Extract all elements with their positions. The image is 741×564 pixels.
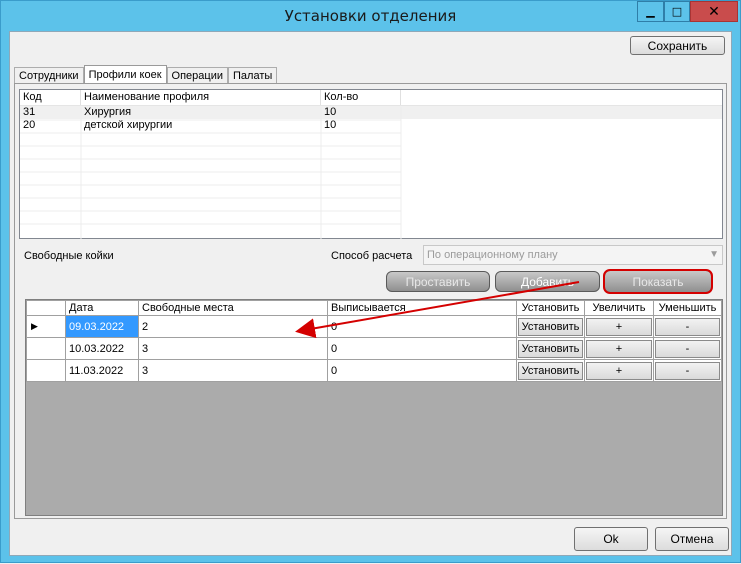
item-code: 20 xyxy=(23,119,36,131)
item-count: 10 xyxy=(324,106,337,118)
row-decrease-button[interactable]: - xyxy=(655,361,720,380)
column-profile-name[interactable]: Наименование профиля xyxy=(81,90,321,105)
minimize-icon: ▁ xyxy=(646,5,655,18)
tab-employees[interactable]: Сотрудники xyxy=(14,67,84,84)
maximize-icon: □ xyxy=(671,5,683,18)
title-bar[interactable]: Установки отделения ▁ □ ✕ xyxy=(1,1,740,31)
free-beds-table: Дата Свободные места Выписывается Устано… xyxy=(26,300,722,382)
tab-wards[interactable]: Палаты xyxy=(228,67,278,84)
tab-operations[interactable]: Операции xyxy=(166,67,229,84)
maximize-button[interactable]: □ xyxy=(664,1,690,22)
minimize-button[interactable]: ▁ xyxy=(637,1,664,22)
add-button[interactable]: Добавить xyxy=(495,271,600,292)
column-decrease[interactable]: Уменьшить xyxy=(653,300,722,316)
cell-discharged[interactable]: 0 xyxy=(327,337,517,360)
table-row[interactable]: ▶ 09.03.2022 2 0 Установить + - xyxy=(26,315,722,338)
table-row[interactable]: 11.03.2022 3 0 Установить + - xyxy=(26,359,722,382)
chevron-down-icon: ▼ xyxy=(709,249,719,260)
row-set-button[interactable]: Установить xyxy=(518,317,583,336)
ok-button[interactable]: Ok xyxy=(574,527,648,551)
list-item[interactable]: 31 Хирургия 10 xyxy=(20,106,722,119)
row-increase-button[interactable]: + xyxy=(586,317,652,336)
current-row-indicator-icon: ▶ xyxy=(26,315,66,338)
cell-discharged[interactable]: 0 xyxy=(327,315,517,338)
row-decrease-button[interactable]: - xyxy=(655,317,720,336)
free-beds-grid[interactable]: Дата Свободные места Выписывается Устано… xyxy=(25,299,723,516)
cell-discharged[interactable]: 0 xyxy=(327,359,517,382)
row-decrease-button[interactable]: - xyxy=(655,339,720,358)
tab-panel-bed-profiles: Код Наименование профиля Кол-во 31 Хирур… xyxy=(14,83,727,519)
cell-free-places[interactable]: 2 xyxy=(138,315,328,338)
row-header-corner xyxy=(26,300,66,316)
window-title: Установки отделения xyxy=(284,7,457,25)
row-increase-button[interactable]: + xyxy=(586,339,652,358)
item-code: 31 xyxy=(23,106,36,118)
column-increase[interactable]: Увеличить xyxy=(584,300,654,316)
profiles-list-header: Код Наименование профиля Кол-во xyxy=(20,90,722,106)
cell-free-places[interactable]: 3 xyxy=(138,337,328,360)
dialog-client: Сохранить Сотрудники Профили коек Операц… xyxy=(9,31,732,556)
app-window: Установки отделения ▁ □ ✕ Сохранить Сотр… xyxy=(0,0,741,563)
row-set-button[interactable]: Установить xyxy=(518,361,583,380)
list-item[interactable]: 20 детской хирургии 10 xyxy=(20,119,722,132)
column-count[interactable]: Кол-во xyxy=(321,90,401,105)
tab-bed-profiles[interactable]: Профили коек xyxy=(83,65,167,84)
column-set[interactable]: Установить xyxy=(516,300,585,316)
column-date[interactable]: Дата xyxy=(65,300,139,316)
close-button[interactable]: ✕ xyxy=(690,1,738,22)
cell-date[interactable]: 10.03.2022 xyxy=(65,337,139,360)
show-button[interactable]: Показать xyxy=(603,269,713,294)
grid-header-row: Дата Свободные места Выписывается Устано… xyxy=(26,300,722,316)
item-name: Хирургия xyxy=(84,106,132,118)
profiles-list[interactable]: Код Наименование профиля Кол-во 31 Хирур… xyxy=(19,89,723,239)
row-increase-button[interactable]: + xyxy=(586,361,652,380)
column-discharged[interactable]: Выписывается xyxy=(327,300,517,316)
column-free-places[interactable]: Свободные места xyxy=(138,300,328,316)
close-icon: ✕ xyxy=(708,3,720,20)
table-row[interactable]: 10.03.2022 3 0 Установить + - xyxy=(26,337,722,360)
cancel-button[interactable]: Отмена xyxy=(655,527,729,551)
save-button[interactable]: Сохранить xyxy=(630,36,725,55)
cell-date[interactable]: 09.03.2022 xyxy=(65,315,139,338)
item-count: 10 xyxy=(324,119,337,131)
cell-date[interactable]: 11.03.2022 xyxy=(65,359,139,382)
cell-free-places[interactable]: 3 xyxy=(138,359,328,382)
free-beds-label: Свободные койки xyxy=(24,250,114,262)
set-button[interactable]: Проставить xyxy=(386,271,490,292)
calc-method-label: Способ расчета xyxy=(331,250,413,262)
row-header[interactable] xyxy=(26,359,66,382)
row-header[interactable] xyxy=(26,337,66,360)
row-set-button[interactable]: Установить xyxy=(518,339,583,358)
calc-method-select[interactable]: По операционному плану ▼ xyxy=(423,245,723,265)
calc-method-value: По операционному плану xyxy=(427,249,558,261)
tab-strip: Сотрудники Профили коек Операции Палаты xyxy=(14,65,278,84)
column-code[interactable]: Код xyxy=(20,90,81,105)
item-name: детской хирургии xyxy=(84,119,173,131)
